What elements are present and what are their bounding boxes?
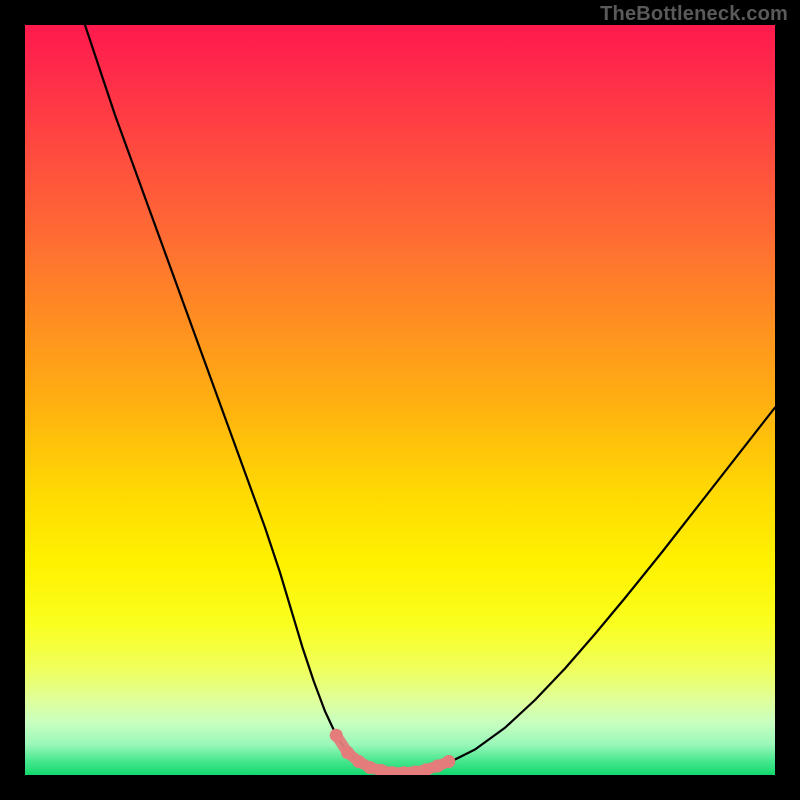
optimal-range-marker — [352, 755, 365, 768]
watermark-text: TheBottleneck.com — [600, 3, 788, 26]
chart-frame: TheBottleneck.com — [0, 0, 800, 800]
optimal-range-marker — [330, 729, 343, 742]
bottleneck-curve — [85, 25, 775, 773]
optimal-range-marker — [431, 760, 444, 773]
curve-layer — [25, 25, 775, 775]
optimal-range-marker — [364, 761, 377, 774]
optimal-range-marker — [442, 755, 455, 768]
plot-area — [25, 25, 775, 775]
optimal-range-marker — [341, 746, 354, 759]
